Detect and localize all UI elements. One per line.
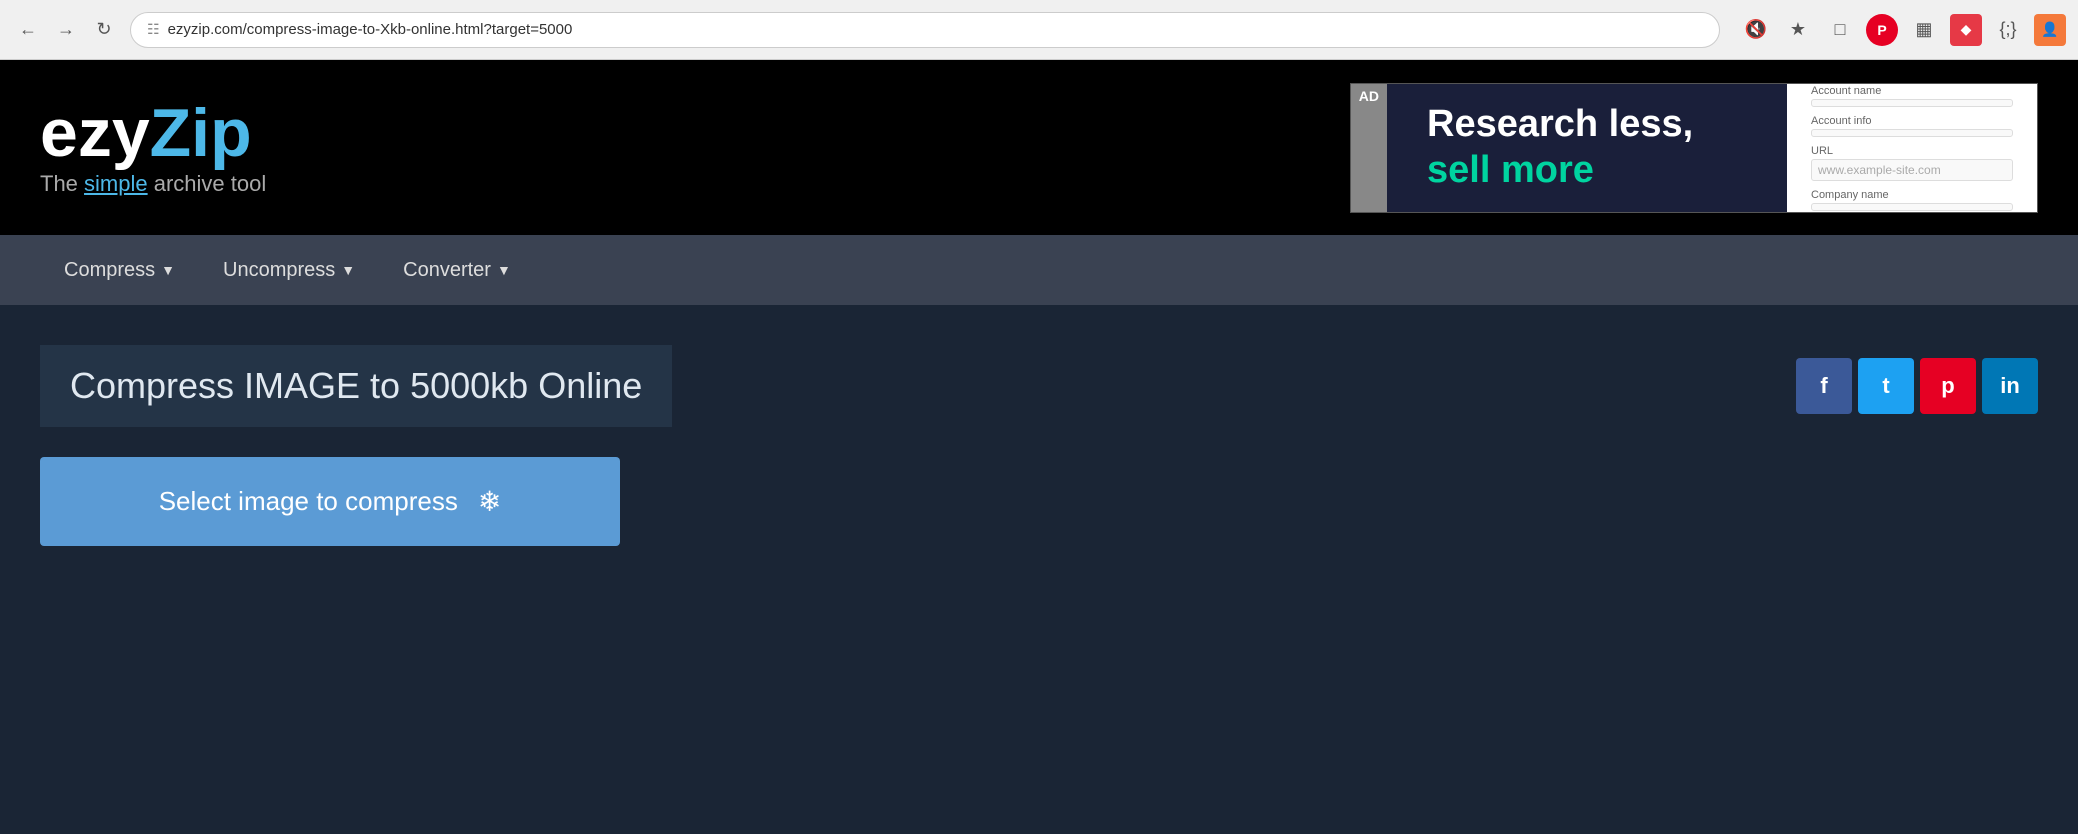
site-header: ezyZip The simple archive tool AD Resear… — [0, 60, 2078, 235]
social-buttons: f t p in — [1796, 358, 2038, 414]
ad-account-name-input[interactable] — [1811, 99, 2013, 107]
twitter-share-button[interactable]: t — [1858, 358, 1914, 414]
browser-actions: 🔇 ★ □ P ▦ ◆ {;} 👤 — [1740, 14, 2066, 46]
compress-dropdown-arrow: ▼ — [161, 262, 175, 278]
logo-ezy: ezy — [40, 95, 150, 171]
ad-url-field: URL www.example-site.com — [1811, 145, 2013, 181]
pinterest-share-button[interactable]: p — [1920, 358, 1976, 414]
browser-chrome: ← → ↻ ☷ ezyzip.com/compress-image-to-Xkb… — [0, 0, 2078, 60]
converter-label: Converter — [403, 259, 491, 282]
back-button[interactable]: ← — [12, 14, 44, 46]
ad-headline: Research less, sell more — [1427, 102, 1693, 193]
ad-headline-line1: Research less, — [1427, 103, 1693, 145]
nav-converter[interactable]: Converter ▼ — [379, 235, 535, 305]
ad-account-name-field: Account name — [1811, 85, 2013, 107]
nav-bar: Compress ▼ Uncompress ▼ Converter ▼ — [0, 235, 2078, 305]
facebook-share-button[interactable]: f — [1796, 358, 1852, 414]
ad-company-label: Company name — [1811, 189, 2013, 201]
main-content: Compress IMAGE to 5000kb Online f t p in… — [0, 305, 2078, 705]
forward-button[interactable]: → — [50, 14, 82, 46]
ad-banner: AD Research less, sell more Account name… — [1350, 83, 2038, 213]
uncompress-label: Uncompress — [223, 259, 335, 282]
url-security-icon: ☷ — [147, 21, 160, 38]
reload-button[interactable]: ↻ — [88, 14, 120, 46]
compress-label: Compress — [64, 259, 155, 282]
crop-extension[interactable]: ▦ — [1908, 14, 1940, 46]
ad-label: AD — [1351, 84, 1387, 212]
logo-tagline: The simple archive tool — [40, 171, 266, 197]
ad-account-info-label: Account info — [1811, 115, 2013, 127]
red-extension[interactable]: ◆ — [1950, 14, 1982, 46]
ad-company-input[interactable] — [1811, 203, 2013, 211]
select-image-button[interactable]: Select image to compress ❄ — [40, 457, 620, 546]
tagline-suffix: archive tool — [148, 171, 267, 196]
bookmark-button[interactable]: ★ — [1782, 14, 1814, 46]
nav-buttons: ← → ↻ — [12, 14, 120, 46]
nav-uncompress[interactable]: Uncompress ▼ — [199, 235, 379, 305]
page-title: Compress IMAGE to 5000kb Online — [70, 365, 642, 407]
ad-company-field: Company name — [1811, 189, 2013, 211]
dropbox-icon: ❄ — [478, 485, 501, 518]
logo-area: ezyZip The simple archive tool — [40, 99, 266, 197]
url-bar[interactable]: ☷ ezyzip.com/compress-image-to-Xkb-onlin… — [130, 12, 1720, 48]
screenshot-button[interactable]: □ — [1824, 14, 1856, 46]
logo-zip: Zip — [150, 95, 252, 171]
ad-content: Research less, sell more — [1387, 84, 1787, 212]
ad-account-info-input[interactable] — [1811, 129, 2013, 137]
curly-extension[interactable]: {;} — [1992, 14, 2024, 46]
page-header-row: Compress IMAGE to 5000kb Online f t p in — [40, 345, 2038, 427]
ad-headline-line2: sell more — [1427, 149, 1594, 191]
mute-button[interactable]: 🔇 — [1740, 14, 1772, 46]
url-text: ezyzip.com/compress-image-to-Xkb-online.… — [168, 21, 1703, 38]
ad-account-info-field: Account info — [1811, 115, 2013, 137]
upload-button-label: Select image to compress — [159, 486, 458, 517]
ad-url-input[interactable]: www.example-site.com — [1811, 159, 2013, 181]
ad-url-label: URL — [1811, 145, 2013, 157]
ad-account-name-label: Account name — [1811, 85, 2013, 97]
logo: ezyZip — [40, 99, 266, 167]
tagline-simple: simple — [84, 171, 148, 196]
linkedin-share-button[interactable]: in — [1982, 358, 2038, 414]
page-title-box: Compress IMAGE to 5000kb Online — [40, 345, 672, 427]
orange-extension[interactable]: 👤 — [2034, 14, 2066, 46]
uncompress-dropdown-arrow: ▼ — [341, 262, 355, 278]
pinterest-extension[interactable]: P — [1866, 14, 1898, 46]
tagline-prefix: The — [40, 171, 84, 196]
ad-form: Account name Account info URL www.exampl… — [1787, 84, 2037, 212]
converter-dropdown-arrow: ▼ — [497, 262, 511, 278]
nav-compress[interactable]: Compress ▼ — [40, 235, 199, 305]
